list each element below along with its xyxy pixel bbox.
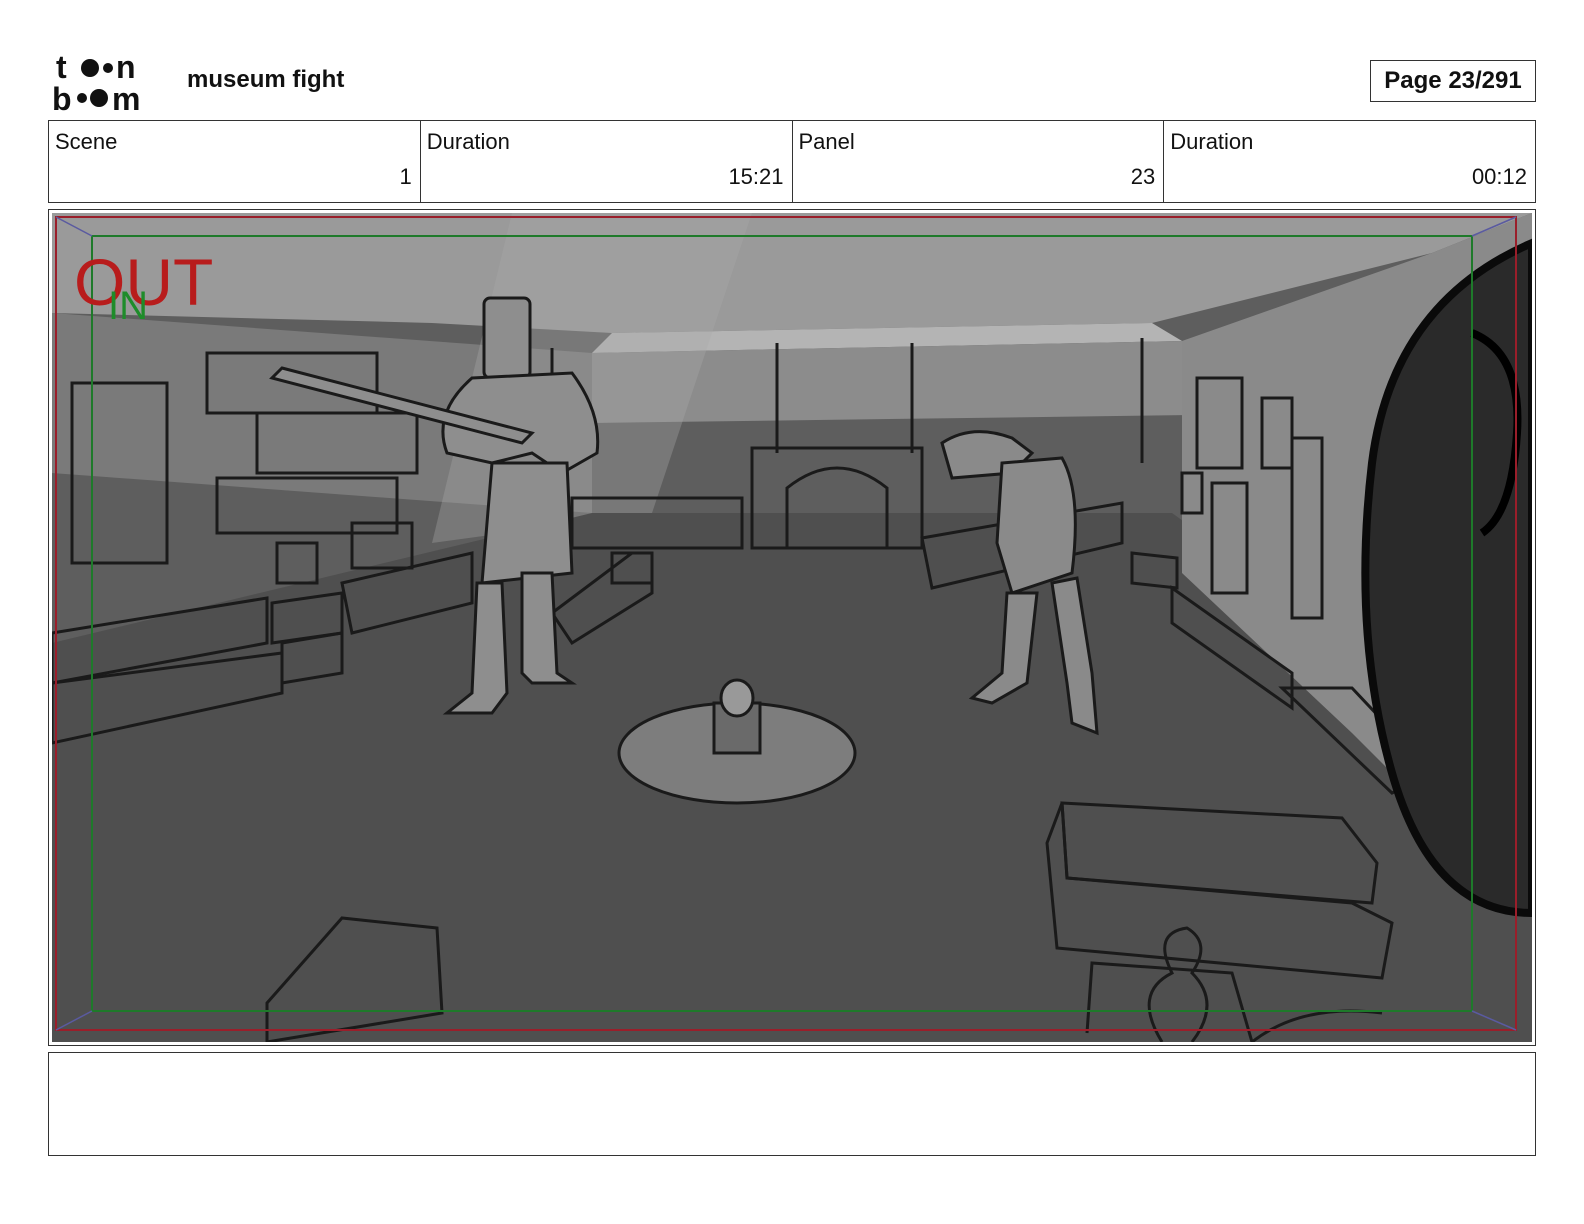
panel-cell: Panel 23 xyxy=(793,121,1165,202)
panel-value: 23 xyxy=(1130,164,1156,189)
scene-duration-value: 15:21 xyxy=(728,164,784,189)
panel-notes-box xyxy=(48,1052,1536,1156)
project-title: museum fight xyxy=(187,66,345,93)
scene-label: Scene xyxy=(55,129,118,154)
page-number: 23/291 xyxy=(1448,67,1522,94)
scene-duration-cell: Duration 15:21 xyxy=(421,121,793,202)
svg-text:b: b xyxy=(52,81,72,112)
panel-sketch: OUT IN xyxy=(52,213,1532,1042)
scene-value: 1 xyxy=(399,164,412,189)
in-label: IN xyxy=(108,284,148,328)
svg-text:n: n xyxy=(116,50,136,85)
storyboard-panel: OUT IN xyxy=(48,209,1536,1046)
svg-text:t: t xyxy=(56,50,67,85)
page-indicator: Page 23/291 xyxy=(1370,60,1536,102)
scene-duration-label: Duration xyxy=(426,129,510,154)
toon-boom-logo: t n b m xyxy=(52,49,164,117)
panel-duration-cell: Duration 00:12 xyxy=(1164,121,1535,202)
svg-text:m: m xyxy=(112,81,140,112)
scene-info-table: Scene 1 Duration 15:21 Panel 23 Duration… xyxy=(48,120,1536,203)
scene-cell: Scene 1 xyxy=(49,121,421,202)
panel-duration-label: Duration xyxy=(1170,129,1254,154)
panel-duration-value: 00:12 xyxy=(1471,164,1527,189)
panel-label: Panel xyxy=(798,129,855,154)
page-label: Page xyxy=(1384,67,1442,94)
